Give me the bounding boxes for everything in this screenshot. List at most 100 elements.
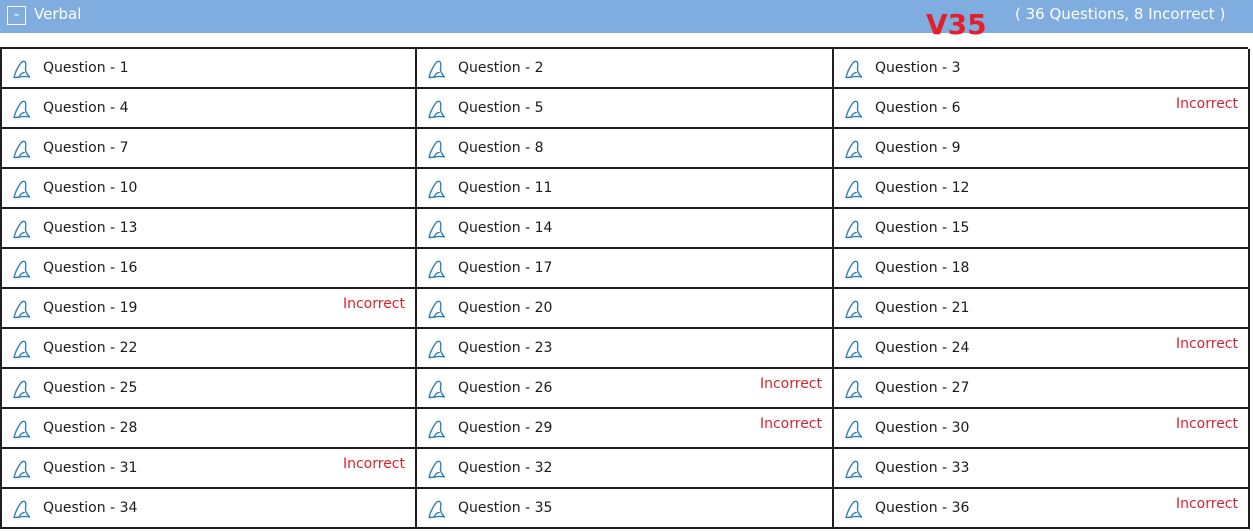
question-shape-icon <box>427 259 447 279</box>
question-label[interactable]: Question - 16 <box>43 260 137 276</box>
question-cell[interactable]: Question - 18 <box>834 249 1250 289</box>
version-label: V35 <box>926 8 987 41</box>
collapse-button[interactable]: - <box>7 6 26 25</box>
status-badge: Incorrect <box>1175 336 1238 352</box>
question-label[interactable]: Question - 21 <box>875 300 969 316</box>
question-cell[interactable]: Question - 25 <box>2 369 417 409</box>
section-header: - Verbal V35 ( 36 Questions, 8 Incorrect… <box>0 0 1253 41</box>
question-cell[interactable]: Question - 13 <box>2 209 417 249</box>
question-shape-icon <box>12 379 32 399</box>
question-cell[interactable]: Question - 20 <box>417 289 834 329</box>
question-cell[interactable]: Question - 11 <box>417 169 834 209</box>
question-shape-icon <box>844 339 864 359</box>
question-label[interactable]: Question - 23 <box>458 340 552 356</box>
question-cell[interactable]: Question - 31 Incorrect <box>2 449 417 489</box>
question-cell[interactable]: Question - 4 <box>2 89 417 129</box>
question-cell[interactable]: Question - 23 <box>417 329 834 369</box>
question-label[interactable]: Question - 6 <box>875 100 960 116</box>
question-label[interactable]: Question - 26 <box>458 380 552 396</box>
question-shape-icon <box>844 99 864 119</box>
question-cell[interactable]: Question - 14 <box>417 209 834 249</box>
question-shape-icon <box>427 139 447 159</box>
question-cell[interactable]: Question - 16 <box>2 249 417 289</box>
question-cell[interactable]: Question - 17 <box>417 249 834 289</box>
question-label[interactable]: Question - 7 <box>43 140 128 156</box>
question-label[interactable]: Question - 2 <box>458 60 543 76</box>
question-label[interactable]: Question - 34 <box>43 500 137 516</box>
question-cell[interactable]: Question - 24 Incorrect <box>834 329 1250 369</box>
status-badge: Incorrect <box>1175 416 1238 432</box>
question-label[interactable]: Question - 24 <box>875 340 969 356</box>
question-cell[interactable]: Question - 2 <box>417 49 834 89</box>
question-label[interactable]: Question - 3 <box>875 60 960 76</box>
question-cell[interactable]: Question - 22 <box>2 329 417 369</box>
status-badge: Incorrect <box>1175 96 1238 112</box>
question-label[interactable]: Question - 22 <box>43 340 137 356</box>
question-cell[interactable]: Question - 19 Incorrect <box>2 289 417 329</box>
section-summary: ( 36 Questions, 8 Incorrect ) <box>1015 5 1226 23</box>
question-cell[interactable]: Question - 32 <box>417 449 834 489</box>
section-title: Verbal <box>34 5 82 23</box>
question-label[interactable]: Question - 19 <box>43 300 137 316</box>
question-shape-icon <box>12 259 32 279</box>
question-label[interactable]: Question - 12 <box>875 180 969 196</box>
question-cell[interactable]: Question - 29 Incorrect <box>417 409 834 449</box>
question-shape-icon <box>12 299 32 319</box>
question-shape-icon <box>427 459 447 479</box>
question-cell[interactable]: Question - 5 <box>417 89 834 129</box>
question-shape-icon <box>427 419 447 439</box>
question-label[interactable]: Question - 33 <box>875 460 969 476</box>
question-label[interactable]: Question - 13 <box>43 220 137 236</box>
question-cell[interactable]: Question - 10 <box>2 169 417 209</box>
question-label[interactable]: Question - 25 <box>43 380 137 396</box>
question-shape-icon <box>12 419 32 439</box>
question-label[interactable]: Question - 20 <box>458 300 552 316</box>
question-label[interactable]: Question - 17 <box>458 260 552 276</box>
question-cell[interactable]: Question - 15 <box>834 209 1250 249</box>
question-label[interactable]: Question - 35 <box>458 500 552 516</box>
question-cell[interactable]: Question - 1 <box>2 49 417 89</box>
question-shape-icon <box>427 299 447 319</box>
question-label[interactable]: Question - 10 <box>43 180 137 196</box>
question-label[interactable]: Question - 28 <box>43 420 137 436</box>
question-shape-icon <box>12 219 32 239</box>
question-cell[interactable]: Question - 30 Incorrect <box>834 409 1250 449</box>
question-grid: Question - 1 Question - 2 Question - 3 Ques… <box>0 47 1250 529</box>
question-cell[interactable]: Question - 26 Incorrect <box>417 369 834 409</box>
question-label[interactable]: Question - 18 <box>875 260 969 276</box>
question-label[interactable]: Question - 31 <box>43 460 137 476</box>
question-label[interactable]: Question - 11 <box>458 180 552 196</box>
question-label[interactable]: Question - 4 <box>43 100 128 116</box>
question-cell[interactable]: Question - 3 <box>834 49 1250 89</box>
question-cell[interactable]: Question - 7 <box>2 129 417 169</box>
question-label[interactable]: Question - 5 <box>458 100 543 116</box>
question-label[interactable]: Question - 32 <box>458 460 552 476</box>
question-cell[interactable]: Question - 33 <box>834 449 1250 489</box>
question-cell[interactable]: Question - 27 <box>834 369 1250 409</box>
question-cell[interactable]: Question - 8 <box>417 129 834 169</box>
question-label[interactable]: Question - 9 <box>875 140 960 156</box>
question-label[interactable]: Question - 14 <box>458 220 552 236</box>
question-cell[interactable]: Question - 6 Incorrect <box>834 89 1250 129</box>
question-shape-icon <box>12 459 32 479</box>
question-label[interactable]: Question - 8 <box>458 140 543 156</box>
question-label[interactable]: Question - 30 <box>875 420 969 436</box>
question-cell[interactable]: Question - 34 <box>2 489 417 529</box>
question-label[interactable]: Question - 15 <box>875 220 969 236</box>
question-cell[interactable]: Question - 21 <box>834 289 1250 329</box>
question-label[interactable]: Question - 36 <box>875 500 969 516</box>
question-label[interactable]: Question - 29 <box>458 420 552 436</box>
question-cell[interactable]: Question - 36 Incorrect <box>834 489 1250 529</box>
question-cell[interactable]: Question - 12 <box>834 169 1250 209</box>
question-cell[interactable]: Question - 28 <box>2 409 417 449</box>
question-label[interactable]: Question - 1 <box>43 60 128 76</box>
question-shape-icon <box>427 179 447 199</box>
question-label[interactable]: Question - 27 <box>875 380 969 396</box>
status-badge: Incorrect <box>1175 496 1238 512</box>
status-badge: Incorrect <box>759 376 822 392</box>
question-cell[interactable]: Question - 35 <box>417 489 834 529</box>
question-shape-icon <box>427 59 447 79</box>
question-cell[interactable]: Question - 9 <box>834 129 1250 169</box>
question-shape-icon <box>427 339 447 359</box>
question-shape-icon <box>427 99 447 119</box>
